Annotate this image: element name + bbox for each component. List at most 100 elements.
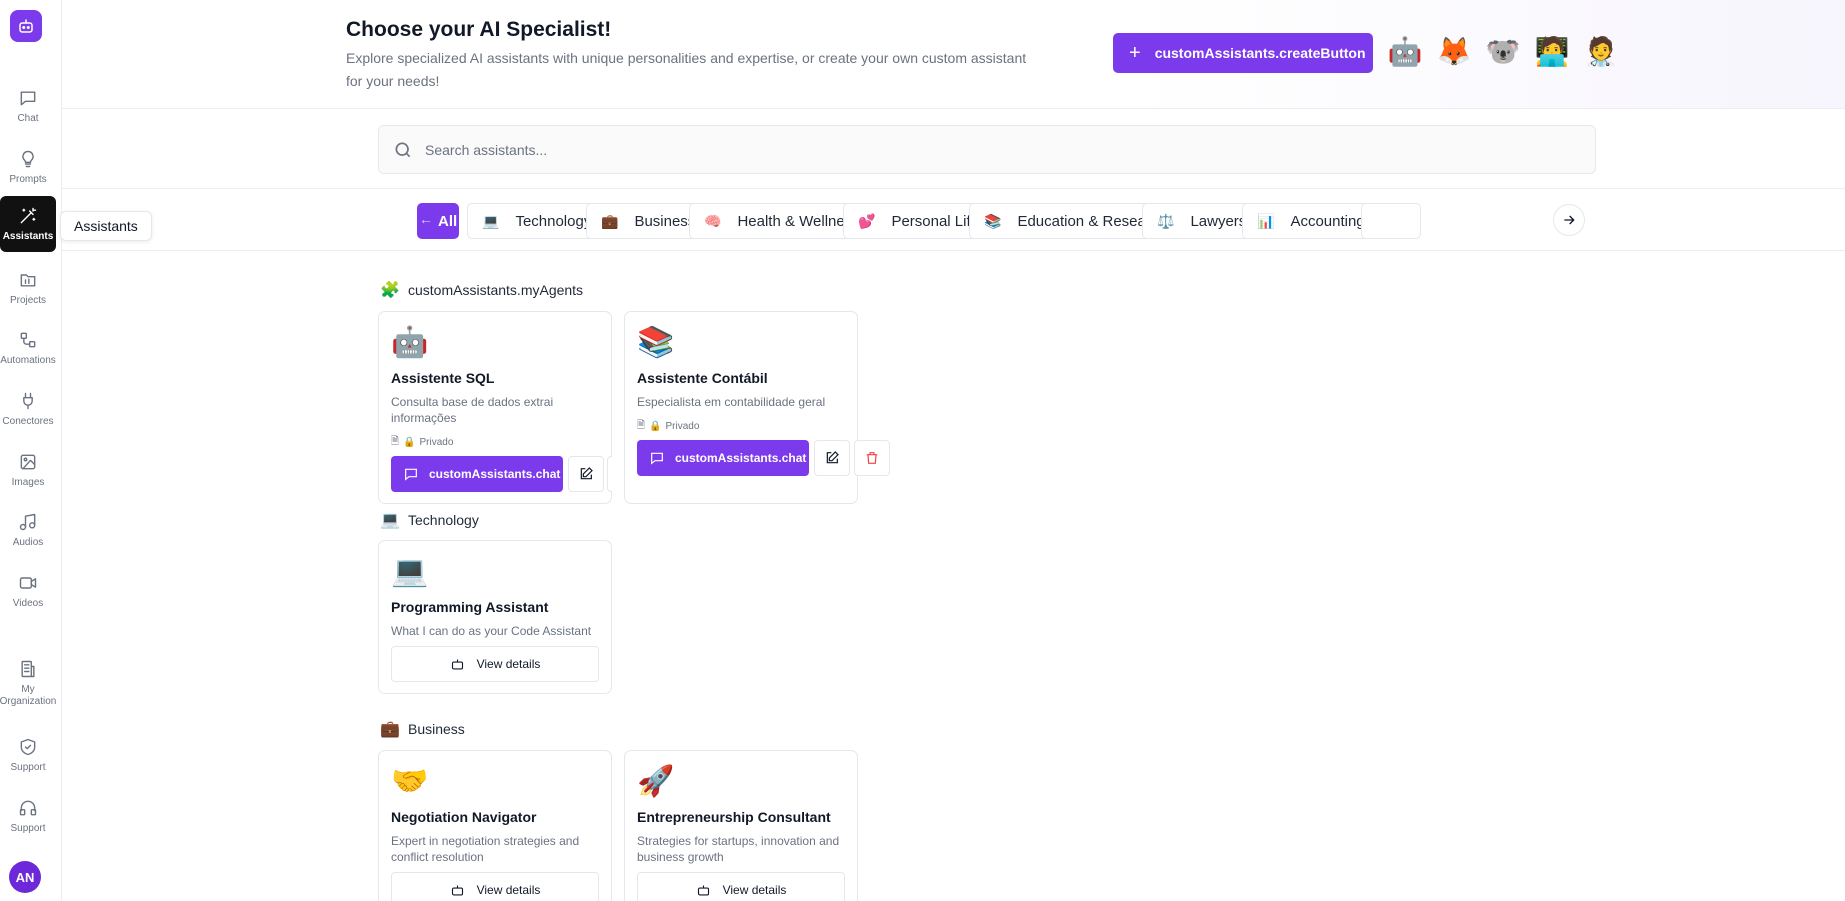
robot-logo-icon (19, 19, 33, 33)
document-icon: 🗎 (391, 436, 400, 447)
specialist-emoji-row: 🤖 🦊 🐨 🧑‍💻 🧑‍⚕️ (1387, 34, 1619, 70)
edit-button[interactable] (814, 440, 850, 476)
lock-icon: 🔒 (649, 421, 662, 432)
view-details-label: View details (722, 883, 787, 897)
laptop-icon: 💻 (482, 212, 500, 229)
sidebar-item-support-shield[interactable]: Support (0, 727, 56, 783)
koala-emoji-icon: 🐨 (1485, 36, 1521, 67)
delete-button-clipped[interactable] (607, 456, 612, 492)
sidebar-item-assistants[interactable]: Assistants (0, 196, 56, 252)
plus-icon: + (1129, 42, 1141, 64)
chat-button[interactable]: customAssistants.chat (391, 456, 563, 492)
sidebar-item-support-headphones[interactable]: Support (0, 788, 56, 844)
card-title: Programming Assistant (391, 599, 549, 615)
visibility-label: Privado (665, 421, 700, 432)
page-header: Choose your AI Specialist! Explore speci… (62, 0, 1845, 109)
section-title-business: 💼 Business (380, 719, 465, 739)
sidebar-item-label: My Organization (0, 683, 57, 707)
section-title-label: Business (408, 721, 465, 737)
assistant-card[interactable]: 💻 Programming Assistant What I can do as… (378, 540, 612, 694)
hearts-icon: 💕 (858, 212, 876, 229)
edit-button[interactable] (568, 456, 604, 492)
view-details-button[interactable]: View details (391, 646, 599, 682)
sidebar-item-projects[interactable]: Projects (0, 260, 56, 316)
card-description: What I can do as your Code Assistant (391, 624, 592, 638)
card-visibility: 🗎 🔒 Privado (391, 434, 453, 451)
sidebar-item-label: Conectores (2, 415, 54, 427)
sidebar-item-label: Support (10, 761, 46, 773)
arrow-left-icon[interactable]: ← (419, 211, 433, 227)
workflow-icon (20, 332, 36, 347)
category-label: Lawyers (1190, 212, 1247, 230)
card-description: Expert in negotiation strategies and con… (391, 834, 580, 864)
robot-icon: 🤖 (391, 326, 429, 359)
search-box[interactable] (378, 125, 1596, 174)
chat-button[interactable]: customAssistants.chat (637, 440, 809, 476)
sidebar-item-label: Automations (0, 354, 56, 366)
message-icon (405, 468, 417, 481)
technologist-emoji-icon: 🧑‍💻 (1534, 36, 1570, 67)
card-title: Negotiation Navigator (391, 809, 537, 825)
robot-emoji-icon: 🤖 (1387, 36, 1423, 67)
laptop-icon: 💻 (391, 555, 429, 588)
laptop-icon: 💻 (380, 512, 400, 529)
sidebar-item-videos[interactable]: Videos (0, 563, 56, 619)
brain-icon: 🧠 (704, 212, 722, 229)
bot-icon (451, 885, 463, 895)
card-description: Consulta base de dados extrai informaçõe… (391, 395, 554, 425)
page-title: Choose your AI Specialist! (346, 18, 612, 41)
assistant-card[interactable]: 🤖 Assistente SQL Consulta base de dados … (378, 311, 612, 504)
avatar[interactable]: AN (9, 861, 41, 893)
puzzle-icon: 🧩 (380, 282, 400, 299)
category-chip-technology[interactable]: 💻 Technology (467, 203, 605, 239)
delete-button[interactable] (607, 456, 612, 492)
chat-icon (20, 90, 36, 105)
handshake-icon: 🤝 (391, 765, 429, 798)
image-icon (20, 454, 36, 469)
sidebar-item-automations[interactable]: Automations (0, 320, 56, 376)
sidebar-item-label: Audios (12, 536, 44, 548)
section-title-technology: 💻 Technology (380, 510, 479, 530)
sidebar-item-label: Support (10, 822, 46, 834)
category-chip-accounting[interactable]: 📊 Accounting (1242, 203, 1378, 239)
sidebar-item-conectores[interactable]: Conectores (0, 381, 56, 437)
sidebar-item-label: Projects (9, 294, 47, 306)
chat-button-label: customAssistants.chat (675, 451, 807, 465)
app-logo[interactable] (10, 10, 42, 42)
view-details-button[interactable]: View details (391, 872, 599, 901)
assistant-card[interactable]: 🚀 Entrepreneurship Consultant Strategies… (624, 750, 858, 901)
view-details-button[interactable]: View details (637, 872, 845, 901)
sidebar-item-my-organization[interactable]: My Organization (0, 652, 56, 714)
create-assistant-button[interactable]: + customAssistants.createButton (1113, 33, 1373, 73)
sidebar-item-audios[interactable]: Audios (0, 502, 56, 558)
sidebar-item-images[interactable]: Images (0, 442, 56, 498)
folder-icon (20, 273, 36, 287)
category-track: All 💻 Technology 💼 Business 🧠 Health & W… (417, 203, 1612, 239)
plug-icon (23, 392, 33, 409)
scroll-right-button[interactable] (1553, 204, 1585, 236)
lock-icon: 🔒 (403, 437, 416, 448)
search-icon (395, 142, 411, 157)
bar-chart-icon: 📊 (1257, 212, 1275, 229)
chat-button-label: customAssistants.chat (429, 467, 561, 481)
shield-icon (20, 738, 36, 755)
delete-button[interactable] (854, 440, 890, 476)
category-label: Technology (515, 212, 592, 230)
books-icon: 📚 (984, 212, 1002, 229)
sidebar-item-label: Videos (12, 597, 44, 609)
assistant-card[interactable]: 🤝 Negotiation Navigator Expert in negoti… (378, 750, 612, 901)
category-bar: All 💻 Technology 💼 Business 🧠 Health & W… (62, 189, 1845, 251)
sidebar-item-prompts[interactable]: Prompts (0, 139, 56, 195)
briefcase-icon: 💼 (380, 721, 400, 738)
building-icon (21, 660, 35, 677)
search-input[interactable] (425, 141, 1525, 158)
category-label: Health & Wellness (737, 212, 860, 230)
sidebar-item-chat[interactable]: Chat (0, 78, 56, 134)
category-label: All (438, 212, 458, 230)
assistant-card[interactable]: 📚 Assistente Contábil Especialista em co… (624, 311, 890, 504)
music-icon (19, 513, 36, 530)
edit-icon (580, 467, 593, 480)
edit-icon (826, 451, 839, 464)
category-chip-overflow[interactable] (1361, 203, 1421, 239)
magic-wand-icon (20, 207, 37, 223)
